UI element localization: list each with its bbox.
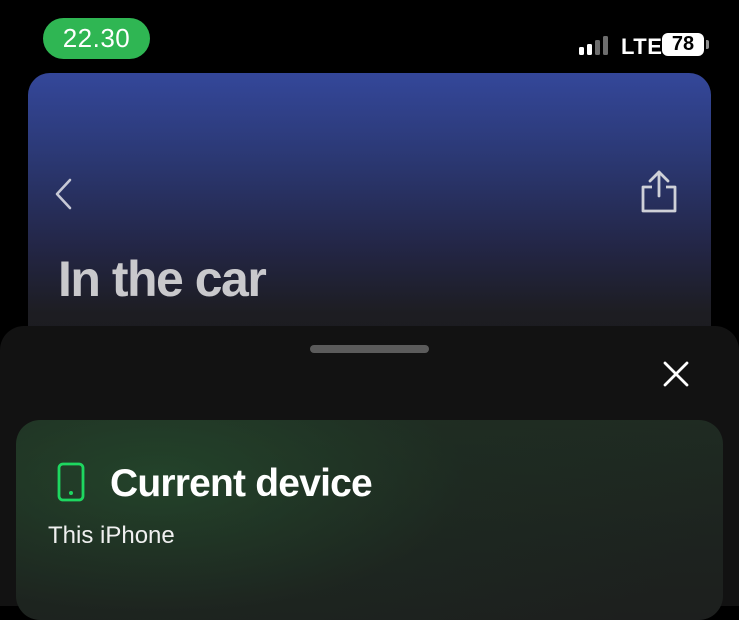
signal-bar-3 — [595, 40, 600, 55]
connect-device-sheet: Current device This iPhone — [0, 326, 739, 620]
playlist-title: In the car — [58, 251, 267, 307]
cellular-signal-icon — [579, 35, 608, 55]
status-time: 22.30 — [43, 18, 150, 59]
chevron-left-icon — [55, 178, 72, 210]
phone-icon — [56, 462, 86, 502]
back-button[interactable] — [50, 174, 80, 214]
signal-bar-2 — [587, 44, 592, 55]
close-button[interactable] — [661, 359, 691, 389]
signal-bar-4 — [603, 36, 608, 55]
signal-bar-1 — [579, 47, 584, 55]
sheet-grabber[interactable] — [310, 345, 429, 353]
current-device-name: This iPhone — [48, 522, 175, 549]
share-icon — [641, 170, 677, 213]
battery-percent: 78 — [671, 33, 695, 55]
close-icon — [663, 361, 689, 387]
battery-tip — [706, 40, 709, 49]
share-button[interactable] — [638, 168, 680, 214]
current-device-heading: Current device — [110, 462, 373, 505]
network-type: LTE — [621, 34, 663, 59]
current-device-card[interactable]: Current device This iPhone — [16, 420, 723, 620]
battery-icon: 78 — [662, 33, 704, 56]
